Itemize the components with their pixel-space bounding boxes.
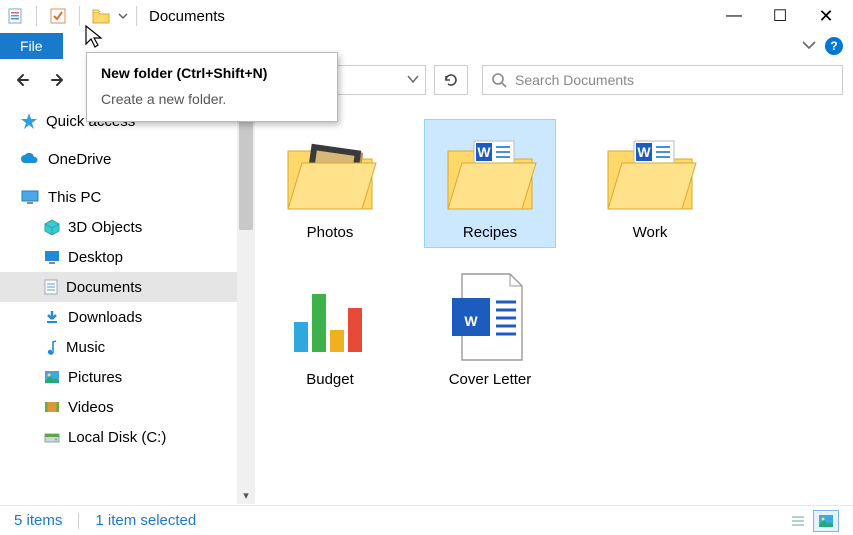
item-grid: Photos W Recipes W Work Budget	[265, 120, 843, 394]
minimize-button[interactable]: —	[711, 1, 757, 31]
scroll-down-icon[interactable]: ▾	[237, 486, 255, 504]
status-selection: 1 item selected	[95, 512, 196, 529]
folder-thumbnail-icon: W	[600, 126, 700, 216]
details-view-button[interactable]	[785, 510, 811, 532]
nav-pane: Quick access OneDrive This PC 3D Objects…	[0, 100, 255, 504]
folder-recipes[interactable]: W Recipes	[425, 120, 555, 247]
tooltip-title: New folder (Ctrl+Shift+N)	[101, 65, 323, 81]
window-controls: — ☐ ✕	[711, 1, 849, 31]
sidebar-item-label: Downloads	[68, 309, 142, 326]
titlebar: Documents — ☐ ✕	[0, 0, 853, 32]
music-icon	[44, 339, 58, 355]
main: Quick access OneDrive This PC 3D Objects…	[0, 100, 853, 504]
sidebar-item-label: Videos	[68, 399, 114, 416]
qat-dropdown-icon[interactable]	[116, 5, 130, 27]
desktop-icon	[44, 250, 60, 264]
word-document-icon: W	[440, 273, 540, 363]
sidebar-item-label: 3D Objects	[68, 219, 142, 236]
item-label: Recipes	[463, 224, 517, 241]
sidebar-item-local-disk[interactable]: Local Disk (C:)	[0, 422, 255, 452]
search-icon	[491, 72, 507, 88]
sidebar-item-label: Music	[66, 339, 105, 356]
status-bar: 5 items 1 item selected	[0, 505, 853, 535]
sidebar-item-desktop[interactable]: Desktop	[0, 242, 255, 272]
separator	[78, 513, 79, 529]
sidebar-this-pc[interactable]: This PC	[0, 182, 255, 212]
pc-icon	[20, 189, 40, 205]
folder-photos[interactable]: Photos	[265, 120, 395, 247]
file-cover-letter[interactable]: W Cover Letter	[425, 267, 555, 394]
folder-thumbnail-icon: W	[440, 126, 540, 216]
sidebar-item-label: Pictures	[68, 369, 122, 386]
item-label: Photos	[307, 224, 354, 241]
sidebar-item-label: Local Disk (C:)	[68, 429, 166, 446]
sidebar-item-pictures[interactable]: Pictures	[0, 362, 255, 392]
cube-icon	[44, 219, 60, 235]
sidebar-onedrive[interactable]: OneDrive	[0, 144, 255, 174]
status-count: 5 items	[14, 512, 62, 529]
separator	[36, 6, 37, 26]
item-label: Budget	[306, 371, 354, 388]
svg-text:W: W	[464, 313, 478, 329]
view-toggles	[785, 510, 839, 532]
search-placeholder: Search Documents	[515, 72, 634, 88]
address-dropdown-icon[interactable]	[407, 73, 419, 87]
sidebar-item-3d-objects[interactable]: 3D Objects	[0, 212, 255, 242]
drive-icon	[44, 430, 60, 444]
pictures-icon	[44, 370, 60, 384]
svg-text:W: W	[477, 144, 491, 160]
window-title: Documents	[149, 8, 225, 25]
maximize-button[interactable]: ☐	[757, 1, 803, 31]
content-pane: Photos W Recipes W Work Budget	[255, 100, 853, 504]
thumbnails-view-button[interactable]	[813, 510, 839, 532]
sidebar-item-label: OneDrive	[48, 151, 111, 168]
checkmark-icon[interactable]	[47, 5, 69, 27]
back-button[interactable]	[10, 66, 38, 94]
separator	[136, 6, 137, 26]
separator	[79, 6, 80, 26]
properties-icon[interactable]	[4, 5, 26, 27]
sidebar-item-downloads[interactable]: Downloads	[0, 302, 255, 332]
svg-text:W: W	[637, 144, 651, 160]
folder-thumbnail-icon	[280, 126, 380, 216]
video-icon	[44, 400, 60, 414]
folder-work[interactable]: W Work	[585, 120, 715, 247]
sidebar-item-videos[interactable]: Videos	[0, 392, 255, 422]
sidebar-scrollbar[interactable]: ▴ ▾	[237, 100, 255, 504]
download-icon	[44, 309, 60, 325]
item-label: Work	[633, 224, 668, 241]
document-icon	[44, 279, 58, 295]
sidebar-item-label: Documents	[66, 279, 142, 296]
tooltip: New folder (Ctrl+Shift+N) Create a new f…	[86, 52, 338, 122]
sidebar-item-label: Desktop	[68, 249, 123, 266]
new-folder-icon[interactable]	[90, 5, 112, 27]
file-budget[interactable]: Budget	[265, 267, 395, 394]
close-button[interactable]: ✕	[803, 1, 849, 31]
file-tab[interactable]: File	[0, 33, 63, 59]
chart-icon	[280, 273, 380, 363]
star-icon	[20, 112, 38, 130]
sidebar-item-documents[interactable]: Documents	[0, 272, 255, 302]
cloud-icon	[20, 152, 40, 166]
ribbon-collapse-icon[interactable]	[801, 38, 817, 54]
ribbon-right: ?	[801, 37, 853, 55]
help-icon[interactable]: ?	[825, 37, 843, 55]
tooltip-description: Create a new folder.	[101, 91, 323, 107]
scroll-thumb[interactable]	[239, 120, 253, 230]
sidebar-item-label: This PC	[48, 189, 101, 206]
forward-button[interactable]	[44, 66, 72, 94]
sidebar-item-music[interactable]: Music	[0, 332, 255, 362]
search-box[interactable]: Search Documents	[482, 65, 843, 95]
item-label: Cover Letter	[449, 371, 532, 388]
refresh-button[interactable]	[434, 65, 468, 95]
quick-access-toolbar	[4, 5, 130, 27]
